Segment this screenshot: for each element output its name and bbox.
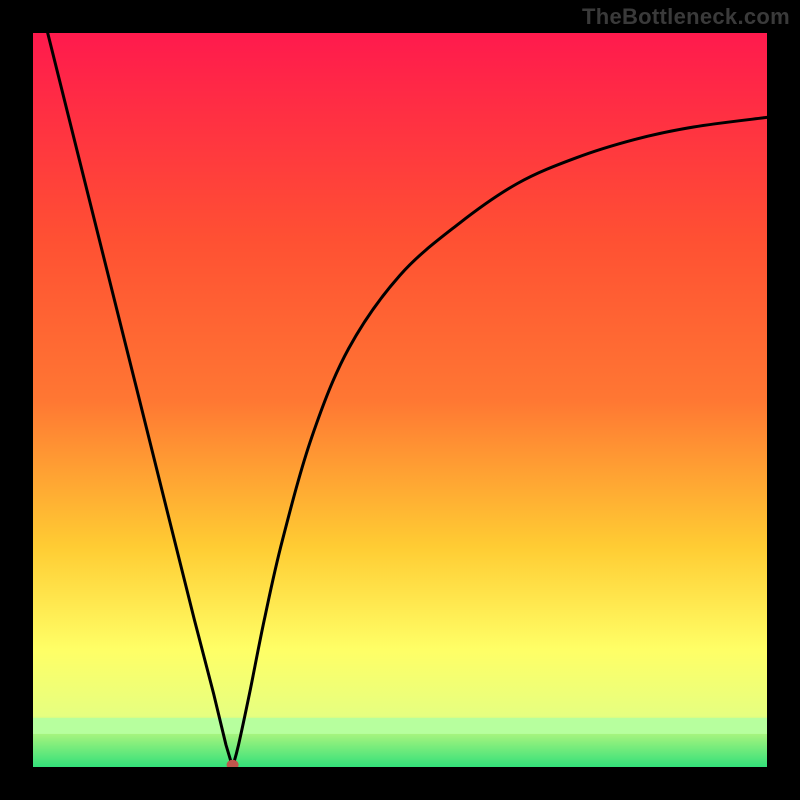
chart-stage: TheBottleneck.com (0, 0, 800, 800)
plot-frame (33, 33, 767, 767)
attribution-label: TheBottleneck.com (582, 4, 790, 30)
green-highlight-band (33, 718, 767, 734)
gradient-background (33, 33, 767, 767)
chart-svg (33, 33, 767, 767)
